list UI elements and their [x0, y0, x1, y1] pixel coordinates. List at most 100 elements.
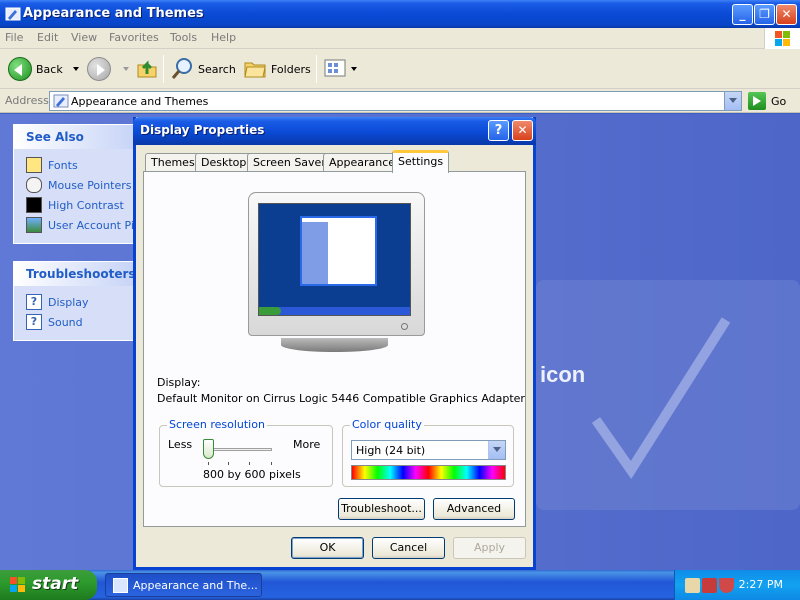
monitor-stand	[281, 338, 388, 352]
link-display[interactable]: ? Display	[26, 292, 137, 312]
mouse-icon	[26, 177, 42, 193]
tab-screen-saver[interactable]: Screen Saver	[247, 153, 332, 172]
taskbar-item-label: Appearance and The...	[133, 579, 258, 592]
menu-bar: File Edit View Favorites Tools Help	[0, 28, 800, 49]
display-value: Default Monitor on Cirrus Logic 5446 Com…	[157, 392, 525, 405]
link-label: Fonts	[48, 158, 78, 172]
appearance-folder-icon	[53, 93, 69, 112]
chevron-down-icon[interactable]	[72, 67, 79, 71]
window-title: Appearance and Themes	[23, 6, 204, 21]
display-label: Display:	[157, 376, 201, 389]
see-also-title: See Also	[14, 125, 137, 149]
resolution-slider-track[interactable]	[208, 448, 272, 451]
security-shield-icon[interactable]	[702, 578, 717, 593]
link-label: Sound	[48, 315, 83, 329]
color-quality-value: High (24 bit)	[356, 444, 426, 457]
close-button[interactable]: ✕	[776, 4, 797, 25]
minimize-button[interactable]: _	[732, 4, 753, 25]
window-title-bar[interactable]: Appearance and Themes _ ❐ ✕	[0, 0, 800, 28]
taskbar-item-appearance[interactable]: Appearance and The...	[105, 573, 262, 597]
network-icon[interactable]	[685, 578, 700, 593]
chevron-down-icon[interactable]	[488, 441, 505, 459]
search-label: Search	[198, 62, 236, 76]
help-icon: ?	[26, 314, 42, 330]
address-value: Appearance and Themes	[71, 95, 209, 108]
system-tray: 2:27 PM	[674, 570, 800, 600]
tab-desktop[interactable]: Desktop	[195, 153, 253, 172]
color-quality-group: Color quality High (24 bit)	[342, 418, 514, 487]
link-user-account-picture[interactable]: User Account Pict	[26, 215, 137, 235]
tab-settings[interactable]: Settings	[392, 150, 450, 173]
link-label: User Account Pict	[48, 218, 137, 232]
troubleshoot-button[interactable]: Troubleshoot...	[338, 498, 425, 520]
link-high-contrast[interactable]: High Contrast	[26, 195, 137, 215]
resolution-value: 800 by 600 pixels	[203, 468, 301, 481]
link-label: High Contrast	[48, 198, 124, 212]
advanced-button[interactable]: Advanced	[433, 498, 515, 520]
see-also-panel: See Also Fonts Mouse Pointers High Contr…	[13, 124, 138, 244]
settings-tab-page: Display: Default Monitor on Cirrus Logic…	[143, 171, 526, 527]
link-mouse-pointers[interactable]: Mouse Pointers	[26, 175, 137, 195]
link-sound[interactable]: ? Sound	[26, 312, 137, 332]
address-dropdown-button[interactable]	[724, 92, 741, 110]
search-button[interactable]: Search	[170, 54, 236, 84]
power-button-icon	[401, 323, 408, 330]
tab-themes[interactable]: Themes	[145, 153, 201, 172]
clock: 2:27 PM	[738, 578, 783, 591]
resolution-slider-thumb[interactable]	[203, 439, 214, 459]
background-heading: icon	[540, 362, 586, 387]
forward-button[interactable]	[87, 54, 129, 84]
ok-button[interactable]: OK	[291, 537, 364, 559]
screen-resolution-title: Screen resolution	[167, 418, 267, 431]
back-label: Back	[36, 62, 63, 76]
security-alert-icon[interactable]	[719, 578, 734, 593]
menu-favorites[interactable]: Favorites	[109, 31, 159, 44]
monitor-preview	[248, 192, 425, 352]
folders-button[interactable]: Folders	[243, 54, 311, 84]
go-button[interactable]: Go	[748, 92, 786, 110]
help-button[interactable]: ?	[488, 120, 509, 141]
menu-help[interactable]: Help	[211, 31, 236, 44]
menu-view[interactable]: View	[71, 31, 97, 44]
tab-appearance[interactable]: Appearance	[323, 153, 402, 172]
go-arrow-icon	[748, 92, 766, 110]
views-button[interactable]	[323, 54, 357, 84]
help-icon: ?	[26, 294, 42, 310]
back-arrow-icon	[8, 57, 32, 81]
maximize-button[interactable]: ❐	[754, 4, 775, 25]
link-label: Display	[48, 295, 89, 309]
views-icon	[323, 56, 347, 83]
troubleshooters-title: Troubleshooters	[14, 262, 137, 286]
high-contrast-icon	[26, 197, 42, 213]
taskbar: start Appearance and The... 2:27 PM	[0, 570, 800, 600]
back-button[interactable]: Back	[8, 54, 79, 84]
link-label: Mouse Pointers	[48, 178, 132, 192]
chevron-down-icon[interactable]	[351, 67, 357, 71]
more-label: More	[293, 438, 321, 451]
desktop-preview	[258, 203, 411, 316]
menu-tools[interactable]: Tools	[170, 31, 197, 44]
menu-file[interactable]: File	[5, 31, 23, 44]
menu-edit[interactable]: Edit	[37, 31, 58, 44]
start-label: start	[32, 574, 79, 594]
dialog-title-bar[interactable]: Display Properties ? ✕	[133, 117, 536, 145]
windows-flag-icon	[764, 28, 800, 49]
chevron-down-icon[interactable]	[123, 67, 129, 71]
appearance-folder-icon	[113, 578, 128, 593]
less-label: Less	[168, 438, 193, 451]
apply-button[interactable]: Apply	[453, 537, 526, 559]
toolbar: Back Search Folders	[0, 49, 800, 89]
link-fonts[interactable]: Fonts	[26, 155, 137, 175]
up-folder-button[interactable]	[135, 54, 159, 84]
folders-icon	[243, 56, 267, 83]
start-button[interactable]: start	[0, 570, 97, 600]
address-input[interactable]: Appearance and Themes	[49, 91, 742, 111]
forward-arrow-icon	[87, 57, 111, 81]
cancel-button[interactable]: Cancel	[372, 537, 445, 559]
dialog-close-button[interactable]: ✕	[512, 120, 533, 141]
screen-resolution-group: Screen resolution Less More 800 by 600 p…	[159, 418, 333, 487]
color-quality-select[interactable]: High (24 bit)	[351, 440, 506, 460]
color-spectrum-bar	[351, 465, 506, 480]
slider-ticks	[208, 462, 272, 466]
search-icon	[170, 56, 194, 83]
